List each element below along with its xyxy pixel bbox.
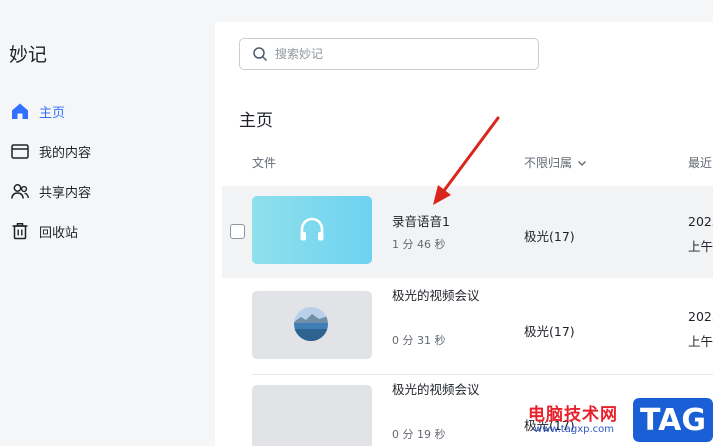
sidebar-item-my-content[interactable]: 我的内容 [10, 139, 91, 163]
row-date: 2023 [688, 214, 713, 229]
main-panel: 主页 文件 不限归属 最近 录音语音1 1 分 46 秒 极光(17) 2023… [215, 22, 713, 446]
row-duration: 0 分 31 秒 [392, 334, 446, 347]
sidebar-item-home[interactable]: 主页 [10, 99, 65, 123]
watermark-url: www.tagxp.com [534, 424, 614, 435]
watermark-logo: TAG [633, 398, 713, 442]
row-owner: 极光(17) [524, 229, 575, 244]
watermark-text: 电脑技术网 [528, 405, 618, 425]
sidebar-item-trash[interactable]: 回收站 [10, 219, 78, 243]
row-owner: 极光(17) [524, 324, 575, 339]
row-title[interactable]: 极光的视频会议 [392, 380, 502, 400]
chevron-down-icon [576, 157, 588, 169]
column-header-label: 最近 [688, 156, 713, 170]
row-title[interactable]: 极光的视频会议 [392, 286, 502, 306]
watermark: 电脑技术网 www.tagxp.com TAG [520, 396, 713, 446]
users-icon [10, 181, 30, 201]
sidebar: 妙记 主页 我的内容 共享内容 回收站 [0, 0, 215, 446]
row-duration: 1 分 46 秒 [392, 238, 446, 251]
column-header-label: 文件 [252, 156, 277, 170]
home-icon [10, 101, 30, 121]
column-header-file: 文件 [252, 154, 276, 171]
row-time: 上午 [688, 334, 713, 349]
avatar [294, 307, 328, 341]
table-row[interactable]: 录音语音1 1 分 46 秒 极光(17) 2023 上午 [222, 186, 713, 278]
folder-icon [10, 141, 30, 161]
search-box[interactable] [239, 38, 539, 70]
owner-filter-dropdown[interactable]: 不限归属 [524, 154, 588, 171]
trash-icon [10, 221, 30, 241]
video-thumbnail[interactable] [252, 385, 372, 446]
sidebar-item-shared[interactable]: 共享内容 [10, 179, 91, 203]
app-title: 妙记 [9, 44, 48, 66]
search-input[interactable] [275, 47, 525, 61]
headphones-icon [300, 217, 324, 241]
sidebar-item-label: 主页 [39, 105, 66, 121]
owner-filter-label: 不限归属 [524, 156, 573, 170]
sidebar-item-label: 我的内容 [39, 145, 92, 161]
row-checkbox[interactable] [230, 224, 245, 239]
audio-thumbnail[interactable] [252, 196, 372, 264]
sidebar-item-label: 回收站 [39, 225, 79, 241]
row-time: 上午 [688, 239, 713, 254]
table-row[interactable]: 极光的视频会议 0 分 31 秒 极光(17) 2023 上午 [222, 281, 713, 373]
search-icon [252, 46, 268, 62]
row-duration: 0 分 19 秒 [392, 428, 446, 441]
page-title: 主页 [239, 111, 273, 131]
column-header-recent[interactable]: 最近 [688, 154, 712, 171]
row-date: 2023 [688, 309, 713, 324]
row-title[interactable]: 录音语音1 [392, 212, 502, 232]
sidebar-item-label: 共享内容 [39, 185, 92, 201]
